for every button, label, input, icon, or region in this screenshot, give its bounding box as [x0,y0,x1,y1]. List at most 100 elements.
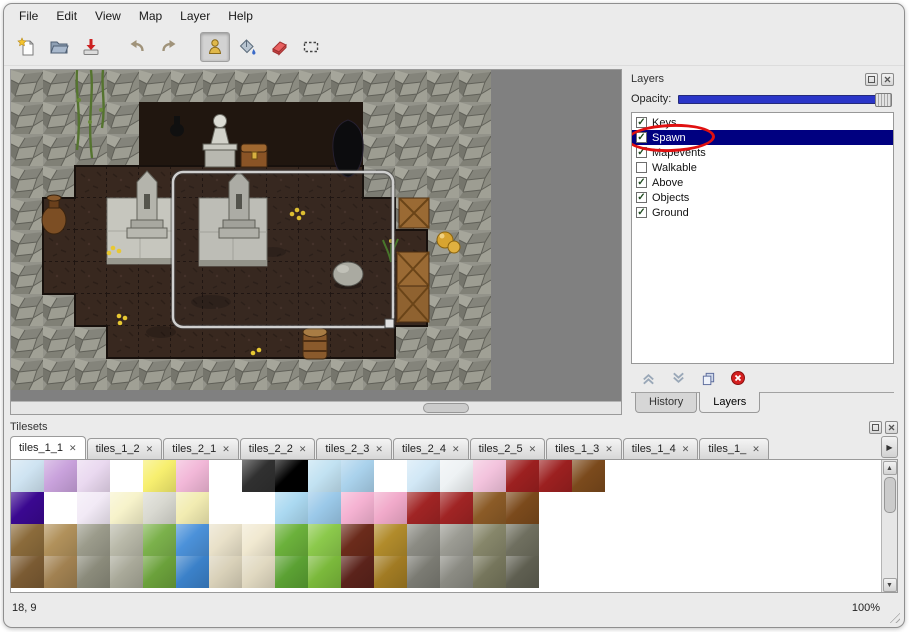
new-file-button[interactable] [12,32,42,62]
tile[interactable] [407,492,440,524]
tile[interactable] [440,556,473,588]
tile[interactable] [209,556,242,588]
tile[interactable] [506,524,539,556]
tile[interactable] [506,492,539,524]
tile[interactable] [44,460,77,492]
tile[interactable] [110,460,143,492]
duplicate-layer-button[interactable] [699,369,717,387]
eraser-tool-button[interactable] [264,32,294,62]
tile[interactable] [572,460,605,492]
layer-row-spawn[interactable]: ✓Spawn [632,130,893,145]
menu-edit[interactable]: Edit [47,6,86,26]
layer-row-objects[interactable]: ✓Objects [632,190,893,205]
scroll-down-button[interactable]: ▼ [883,578,897,592]
scrollbar-thumb[interactable] [884,477,896,513]
scrollbar-thumb[interactable] [423,403,469,413]
selection-handle[interactable] [385,319,394,328]
tile[interactable] [473,524,506,556]
map-horizontal-scrollbar[interactable] [11,401,621,414]
tile[interactable] [308,460,341,492]
tile[interactable] [341,556,374,588]
layer-row-ground[interactable]: ✓Ground [632,205,893,220]
tile[interactable] [341,524,374,556]
delete-layer-button[interactable] [729,369,747,387]
tile[interactable] [275,524,308,556]
tileset-tab-tiles_1_4[interactable]: tiles_1_4✕ [623,438,699,459]
tile[interactable] [242,460,275,492]
tile[interactable] [308,556,341,588]
tile[interactable] [506,556,539,588]
tileset-tab-tiles_2_2[interactable]: tiles_2_2✕ [240,438,316,459]
tile[interactable] [275,492,308,524]
map-canvas[interactable] [11,70,621,401]
menu-file[interactable]: File [10,6,47,26]
close-tab-icon[interactable]: ✕ [222,445,230,454]
tile[interactable] [242,524,275,556]
tile[interactable] [11,556,44,588]
tileset-tab-tiles_2_1[interactable]: tiles_2_1✕ [163,438,239,459]
opacity-slider-handle[interactable] [875,93,892,107]
tile[interactable] [242,492,275,524]
scroll-tabs-right-button[interactable]: ▶ [881,436,898,458]
layer-row-above[interactable]: ✓Above [632,175,893,190]
select-tool-button[interactable] [296,32,326,62]
close-tab-icon[interactable]: ✕ [682,445,690,454]
panel-tab-layers[interactable]: Layers [699,392,760,413]
tile[interactable] [143,524,176,556]
tile[interactable] [176,524,209,556]
tiles-vertical-scrollbar[interactable]: ▲ ▼ [881,460,897,592]
tile[interactable] [176,460,209,492]
close-tab-icon[interactable]: ✕ [299,445,307,454]
tile[interactable] [176,556,209,588]
tile[interactable] [407,556,440,588]
tile[interactable] [572,492,605,524]
tile[interactable] [44,524,77,556]
tile[interactable] [374,492,407,524]
lower-layer-button[interactable] [669,369,687,387]
layer-visibility-checkbox[interactable]: ✓ [636,147,647,158]
tile[interactable] [407,524,440,556]
tile[interactable] [440,492,473,524]
tile[interactable] [110,556,143,588]
close-panel-button[interactable] [881,73,894,86]
close-panel-button[interactable] [885,421,898,434]
tile[interactable] [341,460,374,492]
tile[interactable] [374,524,407,556]
layer-visibility-checkbox[interactable]: ✓ [636,177,647,188]
tile[interactable] [308,524,341,556]
panel-tab-history[interactable]: History [635,393,697,413]
layer-row-mapevents[interactable]: ✓Mapevents [632,145,893,160]
close-tab-icon[interactable]: ✕ [752,445,760,454]
stamp-tool-button[interactable] [200,32,230,62]
close-tab-icon[interactable]: ✕ [605,445,613,454]
tile[interactable] [374,556,407,588]
layer-visibility-checkbox[interactable]: ✓ [636,207,647,218]
menu-help[interactable]: Help [219,6,262,26]
tile[interactable] [44,492,77,524]
layer-row-keys[interactable]: ✓Keys [632,115,893,130]
tile[interactable] [11,492,44,524]
tile[interactable] [44,556,77,588]
tile[interactable] [275,556,308,588]
tile[interactable] [209,460,242,492]
tileset-tab-tiles_2_5[interactable]: tiles_2_5✕ [470,438,546,459]
save-button[interactable] [76,32,106,62]
close-tab-icon[interactable]: ✕ [452,445,460,454]
tile[interactable] [77,460,110,492]
tile[interactable] [275,460,308,492]
tile[interactable] [77,556,110,588]
tile[interactable] [308,492,341,524]
layer-visibility-checkbox[interactable]: ✓ [636,117,647,128]
close-tab-icon[interactable]: ✕ [69,444,77,453]
fill-tool-button[interactable] [232,32,262,62]
tile[interactable] [110,524,143,556]
tile[interactable] [242,556,275,588]
layer-row-walkable[interactable]: Walkable [632,160,893,175]
undo-button[interactable] [122,32,152,62]
scroll-up-button[interactable]: ▲ [883,461,897,475]
tile[interactable] [11,460,44,492]
tileset-tab-tiles_1_2[interactable]: tiles_1_2✕ [87,438,163,459]
tile[interactable] [77,492,110,524]
tile[interactable] [110,492,143,524]
layer-visibility-checkbox[interactable]: ✓ [636,192,647,203]
